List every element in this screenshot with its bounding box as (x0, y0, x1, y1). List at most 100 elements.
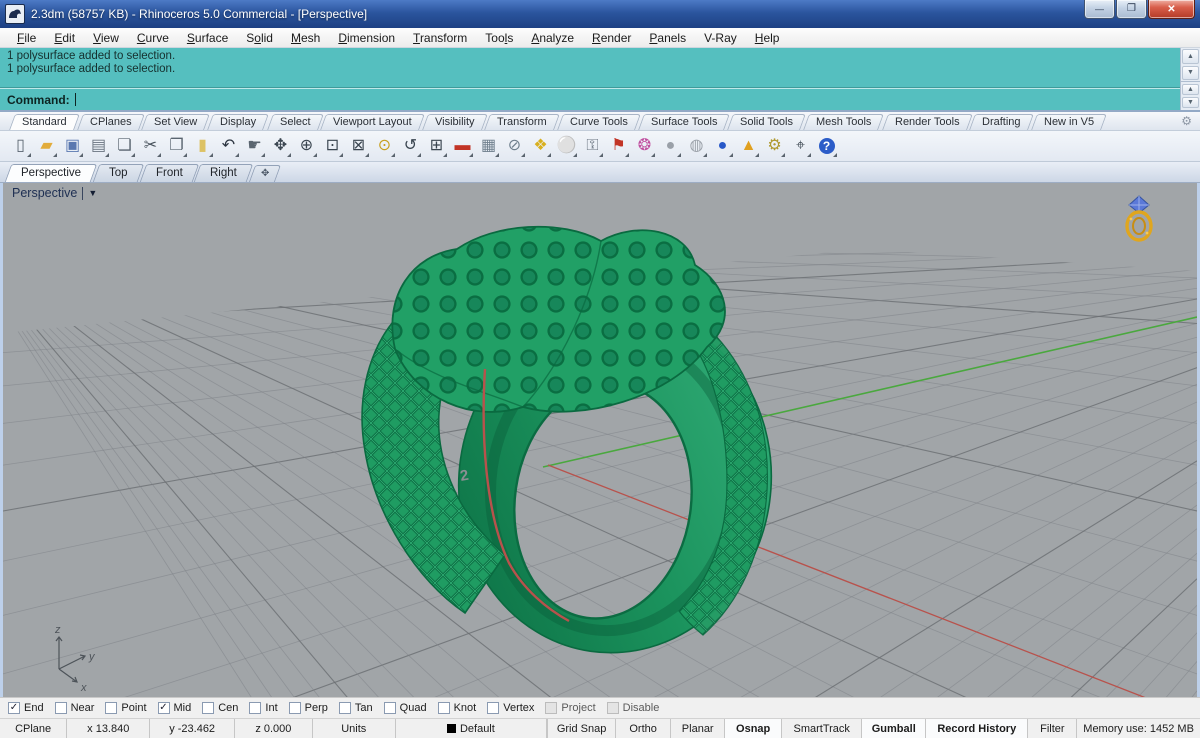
ring-icon[interactable] (1125, 195, 1153, 242)
osnap-knot-checkbox[interactable] (437, 702, 450, 714)
osnap-toggle[interactable]: Osnap (725, 719, 783, 738)
lock-objects-icon[interactable]: ⚿ (580, 134, 605, 159)
osnap-perp[interactable]: Perp (288, 702, 328, 714)
zoom-window-icon[interactable]: ⊡ (320, 134, 345, 159)
menu-vray[interactable]: V-Ray (695, 30, 746, 46)
osnap-project[interactable]: Project (545, 702, 596, 714)
osnap-point-checkbox[interactable] (105, 702, 118, 714)
osnap-tan-checkbox[interactable] (338, 702, 351, 714)
viewport-title-menu[interactable]: Perspective ▼ (12, 186, 97, 200)
menu-tools[interactable]: Tools (476, 30, 522, 46)
osnap-knot[interactable]: Knot (437, 702, 476, 714)
osnap-vertex[interactable]: Vertex (487, 702, 534, 714)
toolbar-tab-drafting[interactable]: Drafting (969, 114, 1034, 130)
viewport-layout-icon[interactable]: ⊞ (424, 134, 449, 159)
viewport-canvas[interactable]: 2 z y x (3, 183, 1197, 697)
osnap-tan[interactable]: Tan (338, 702, 373, 714)
osnap-vertex-checkbox[interactable] (487, 702, 500, 714)
save-icon[interactable]: ▣ (60, 134, 85, 159)
viewport-tab-top[interactable]: Top (92, 164, 144, 182)
viewport-tab-right[interactable]: Right (194, 164, 254, 182)
open-folder-icon[interactable]: ▰ (34, 134, 59, 159)
undo-view-icon[interactable]: ↺ (398, 134, 423, 159)
menu-curve[interactable]: Curve (128, 30, 178, 46)
command-input[interactable] (74, 92, 1173, 107)
pan-icon[interactable]: ☛ (242, 134, 267, 159)
perspective-viewport[interactable]: Perspective ▼ 2 z y x (0, 183, 1200, 697)
render-icon[interactable]: ⚑ (606, 134, 631, 159)
menu-help[interactable]: Help (746, 30, 789, 46)
scroll-up-icon[interactable]: ▲ (1182, 49, 1199, 64)
toolbar-tab-transform[interactable]: Transform (484, 114, 560, 130)
options-gears-icon[interactable]: ⚙ (762, 134, 787, 159)
menu-analyze[interactable]: Analyze (522, 30, 583, 46)
record-history-toggle[interactable]: Record History (926, 719, 1029, 738)
osnap-cen[interactable]: Cen (202, 702, 238, 714)
menu-panels[interactable]: Panels (640, 30, 695, 46)
toolbar-tab-curve-tools[interactable]: Curve Tools (557, 114, 641, 130)
app-icon[interactable] (5, 4, 25, 24)
menu-solid[interactable]: Solid (237, 30, 282, 46)
zoom-selected-icon[interactable]: ⊙ (372, 134, 397, 159)
y-coordinate[interactable]: y -23.462 (150, 719, 235, 738)
viewport-tab-perspective[interactable]: Perspective (4, 164, 98, 182)
osnap-end-checkbox[interactable]: ✓ (8, 702, 20, 714)
osnap-disable-checkbox[interactable] (606, 702, 619, 714)
toolbar-tab-new-in-v5[interactable]: New in V5 (1031, 114, 1108, 130)
zoom-in-icon[interactable]: ⊕ (294, 134, 319, 159)
cut-icon[interactable]: ✂ (138, 134, 163, 159)
osnap-near-checkbox[interactable] (54, 702, 67, 714)
memory-pane[interactable]: Memory use: 1452 MB (1077, 719, 1200, 738)
grid-snap-toggle[interactable]: Grid Snap (548, 719, 617, 738)
toolbar-tab-mesh-tools[interactable]: Mesh Tools (803, 114, 885, 130)
filter-pane[interactable]: Filter (1028, 719, 1078, 738)
menu-surface[interactable]: Surface (178, 30, 237, 46)
toolbar-tab-solid-tools[interactable]: Solid Tools (727, 114, 807, 130)
viewport-tab-front[interactable]: Front (139, 164, 199, 182)
osnap-end[interactable]: ✓ End (8, 702, 44, 714)
z-coordinate[interactable]: z 0.000 (235, 719, 313, 738)
osnap-mid[interactable]: ✓ Mid (157, 702, 191, 714)
menu-view[interactable]: View (84, 30, 128, 46)
osnap-int[interactable]: Int (249, 702, 278, 714)
osnap-mid-checkbox[interactable]: ✓ (157, 702, 170, 714)
select-objects-icon[interactable]: ❖ (528, 134, 553, 159)
smarttrack-toggle[interactable]: SmartTrack (782, 719, 863, 738)
spinner-down-icon[interactable]: ▼ (1182, 97, 1199, 108)
menu-transform[interactable]: Transform (404, 30, 476, 46)
dimension-icon[interactable]: ⌖ (788, 134, 813, 159)
restore-button[interactable]: ❐ (1116, 0, 1147, 19)
spinner-up-icon[interactable]: ▲ (1182, 84, 1199, 95)
help-icon[interactable]: ? (814, 134, 839, 159)
gumball-toggle[interactable]: Gumball (862, 719, 927, 738)
ghosted-view-icon[interactable]: ◍ (684, 134, 709, 159)
undo-icon[interactable]: ↶ (216, 134, 241, 159)
toolbar-tab-set-view[interactable]: Set View (141, 114, 211, 130)
color-wheel-icon[interactable]: ❂ (632, 134, 657, 159)
shaded-view-icon[interactable]: ● (658, 134, 683, 159)
osnap-quad-checkbox[interactable] (383, 702, 396, 714)
minimize-button[interactable]: — (1084, 0, 1115, 19)
menu-dimension[interactable]: Dimension (329, 30, 404, 46)
ring-model[interactable]: 2 (361, 225, 793, 673)
viewport-dropdown-icon[interactable]: ▼ (88, 188, 97, 198)
toolbar-tab-surface-tools[interactable]: Surface Tools (638, 114, 731, 130)
osnap-int-checkbox[interactable] (249, 702, 262, 714)
toolbar-tab-display[interactable]: Display (207, 114, 270, 130)
units-pane[interactable]: Units (313, 719, 396, 738)
x-coordinate[interactable]: x 13.840 (67, 719, 151, 738)
layer-pane[interactable]: Default (396, 719, 548, 738)
osnap-near[interactable]: Near (54, 702, 94, 714)
cplane-pane[interactable]: CPlane (0, 719, 68, 738)
export-icon[interactable]: ❏ (112, 134, 137, 159)
toolbar-tab-visibility[interactable]: Visibility (421, 114, 488, 130)
copy-icon[interactable]: ❐ (164, 134, 189, 159)
toolbar-tab-render-tools[interactable]: Render Tools (881, 114, 973, 130)
toolbar-tab-standard[interactable]: Standard (9, 114, 80, 130)
command-history[interactable]: 1 polysurface added to selection. 1 polys… (0, 48, 1180, 88)
close-button[interactable]: ✕ (1148, 0, 1195, 19)
toolbar-tab-select[interactable]: Select (266, 114, 324, 130)
planar-toggle[interactable]: Planar (671, 719, 726, 738)
ortho-toggle[interactable]: Ortho (616, 719, 672, 738)
menu-mesh[interactable]: Mesh (282, 30, 329, 46)
